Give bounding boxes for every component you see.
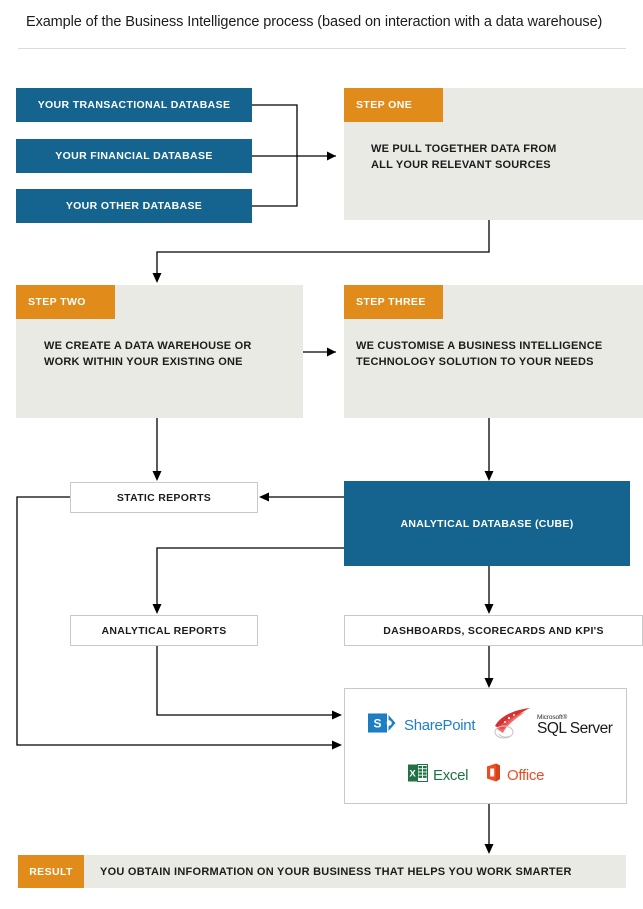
- dashboards-scorecards-kpis-box[interactable]: DASHBOARDS, SCORECARDS AND KPI'S: [344, 615, 643, 646]
- sql-server-logo-row[interactable]: Microsoft® SQL Server: [492, 706, 613, 745]
- step-one-body: WE PULL TOGETHER DATA FROM ALL YOUR RELE…: [371, 141, 633, 173]
- source-box-financial[interactable]: YOUR FINANCIAL DATABASE: [16, 139, 252, 173]
- step-two-body: WE CREATE A DATA WAREHOUSE OR WORK WITHI…: [44, 338, 296, 370]
- sql-server-wordmark: Microsoft® SQL Server: [537, 714, 613, 737]
- page-title: Example of the Business Intelligence pro…: [26, 14, 603, 30]
- static-reports-box[interactable]: STATIC REPORTS: [70, 482, 258, 513]
- bi-process-diagram: Example of the Business Intelligence pro…: [0, 0, 643, 909]
- office-label: Office: [507, 766, 545, 784]
- step-two-body-line1: WE CREATE A DATA WAREHOUSE OR: [44, 340, 252, 352]
- step-two-tag: STEP TWO: [16, 285, 115, 319]
- sharepoint-icon: S: [368, 712, 398, 739]
- result-tag: RESULT: [18, 855, 84, 888]
- step-three-tag: STEP THREE: [344, 285, 443, 319]
- excel-icon: X: [408, 763, 428, 788]
- analytical-reports-box[interactable]: ANALYTICAL REPORTS: [70, 615, 258, 646]
- sharepoint-label: SharePoint: [404, 717, 476, 734]
- step-one-body-line2: ALL YOUR RELEVANT SOURCES: [371, 159, 551, 171]
- sql-server-label: SQL Server: [537, 720, 613, 737]
- step-one-body-line1: WE PULL TOGETHER DATA FROM: [371, 143, 557, 155]
- step-three-body-line1: WE CUSTOMISE A BUSINESS INTELLIGENCE: [356, 340, 603, 352]
- result-text: YOU OBTAIN INFORMATION ON YOUR BUSINESS …: [100, 865, 572, 878]
- svg-text:S: S: [373, 717, 381, 731]
- office-logo-row[interactable]: Office: [485, 762, 544, 788]
- step-three-body-line2: TECHNOLOGY SOLUTION TO YOUR NEEDS: [356, 356, 594, 368]
- step-two-body-line2: WORK WITHIN YOUR EXISTING ONE: [44, 356, 243, 368]
- step-three-body: WE CUSTOMISE A BUSINESS INTELLIGENCE TEC…: [356, 338, 640, 370]
- header-divider: [18, 48, 626, 49]
- source-box-transactional[interactable]: YOUR TRANSACTIONAL DATABASE: [16, 88, 252, 122]
- sql-server-icon: [492, 706, 534, 745]
- office-icon: [485, 762, 502, 788]
- analytical-database-cube-box[interactable]: ANALYTICAL DATABASE (CUBE): [344, 481, 630, 566]
- sharepoint-logo-row[interactable]: S SharePoint: [368, 712, 476, 739]
- svg-text:X: X: [409, 769, 416, 780]
- excel-logo-row[interactable]: X Excel: [408, 763, 468, 788]
- source-box-other[interactable]: YOUR OTHER DATABASE: [16, 189, 252, 223]
- excel-label: Excel: [433, 767, 469, 784]
- step-one-tag: STEP ONE: [344, 88, 443, 122]
